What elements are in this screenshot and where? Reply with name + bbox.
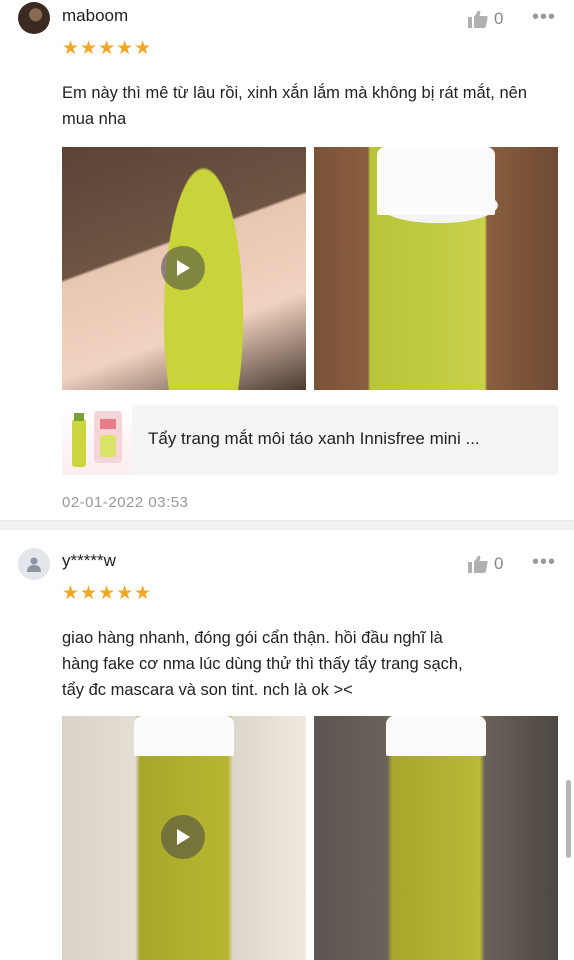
review-video-thumbnail[interactable] [62, 147, 306, 390]
avatar[interactable] [18, 2, 50, 34]
review-divider [0, 520, 574, 530]
like-count: 0 [494, 9, 504, 28]
comment-line: giao hàng nhanh, đóng gói cẩn thận. hồi … [62, 629, 443, 647]
review-comment: Em này thì mê từ lâu rồi, xinh xắn lắm m… [62, 84, 528, 128]
product-thumbnail [62, 405, 132, 475]
default-avatar-icon [27, 557, 41, 572]
review-video-thumbnail[interactable] [62, 716, 306, 960]
reviewer-username: y*****w [62, 551, 116, 570]
product-link[interactable]: Tẩy trang mắt môi táo xanh Innisfree min… [62, 405, 558, 475]
like-button[interactable]: 0 [468, 554, 503, 574]
review-card: maboom ★★★★★ 0 ••• Em này thì mê từ lâu … [0, 0, 574, 520]
review-comment: giao hàng nhanh, đóng gói cẩn thận. hồi … [62, 625, 558, 703]
like-button[interactable]: 0 [468, 9, 503, 29]
review-card: y*****w ★★★★★ 0 ••• giao hàng nhanh, đón… [0, 530, 574, 960]
play-icon[interactable] [161, 246, 205, 290]
more-icon[interactable]: ••• [532, 552, 556, 572]
product-name: Tẩy trang mắt môi táo xanh Innisfree min… [148, 429, 480, 448]
review-image[interactable] [314, 716, 558, 960]
review-timestamp: 02-01-2022 03:53 [62, 494, 189, 511]
like-count: 0 [494, 554, 504, 573]
scrollbar-thumb[interactable] [566, 780, 571, 858]
play-icon[interactable] [161, 815, 205, 859]
bottle-cap [134, 716, 234, 756]
bottle-cap [386, 716, 486, 756]
comment-line: tẩy đc mascara và son tint. nch là ok >< [62, 681, 353, 699]
rating-stars: ★★★★★ [62, 583, 153, 604]
more-icon[interactable]: ••• [532, 7, 556, 27]
thumbs-up-icon [468, 555, 488, 573]
comment-line: hàng fake cơ nma lúc dùng thử thì thấy t… [62, 655, 463, 673]
bottle-cap [377, 147, 495, 215]
avatar[interactable] [18, 548, 50, 580]
review-image[interactable] [314, 147, 558, 390]
rating-stars: ★★★★★ [62, 38, 153, 59]
reviewer-username: maboom [62, 6, 129, 25]
thumbs-up-icon [468, 10, 488, 28]
